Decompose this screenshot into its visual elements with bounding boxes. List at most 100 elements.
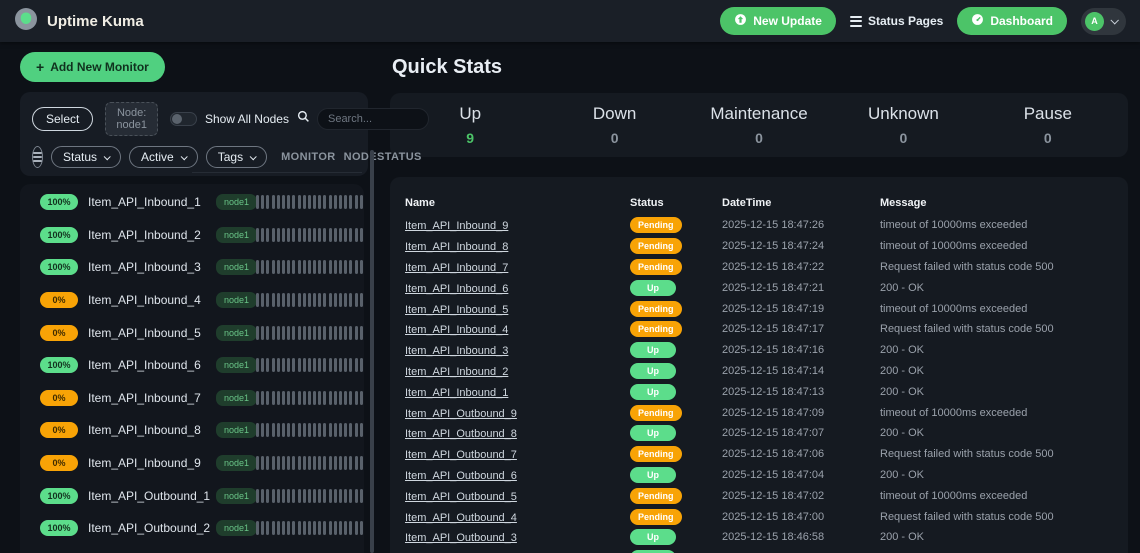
stat-item: Maintenance 0 — [687, 104, 831, 146]
select-button[interactable]: Select — [32, 107, 93, 131]
monitor-link[interactable]: Item_API_Inbound_8 — [405, 241, 508, 253]
heartbeat-bar — [282, 358, 285, 372]
add-monitor-button[interactable]: + Add New Monitor — [20, 52, 165, 82]
heartbeat-bars[interactable] — [256, 423, 364, 437]
user-menu[interactable]: A — [1081, 8, 1126, 35]
monitor-row[interactable]: 0% Item_API_Inbound_4 node1 — [20, 284, 364, 317]
monitor-row[interactable]: 100% Item_API_Inbound_1 node1 — [20, 186, 364, 219]
heartbeat-bar — [318, 423, 321, 437]
heartbeat-bar — [339, 358, 342, 372]
status-pages-button[interactable]: Status Pages — [850, 14, 943, 28]
heartbeat-bar — [329, 293, 332, 307]
stat-label: Pause — [976, 104, 1120, 124]
show-all-nodes-toggle[interactable] — [170, 112, 197, 126]
monitor-link[interactable]: Item_API_Inbound_5 — [405, 304, 508, 316]
chevron-down-icon — [250, 153, 257, 160]
tags-filter-label: Tags — [218, 150, 243, 164]
heartbeat-bars[interactable] — [256, 521, 364, 535]
heartbeat-bars[interactable] — [256, 293, 364, 307]
heartbeat-bar — [256, 391, 259, 405]
quick-stats-panel: Up 9 Down 0 Maintenance 0 Unknown 0 Paus… — [390, 93, 1128, 157]
app-title: Uptime Kuma — [47, 13, 144, 30]
heartbeat-bar — [303, 228, 306, 242]
monitor-link[interactable]: Item_API_Outbound_9 — [405, 408, 517, 420]
monitor-row[interactable]: 100% Item_API_Inbound_6 node1 — [20, 349, 364, 382]
filter-menu-button[interactable] — [32, 146, 43, 168]
node-tag: node1 — [216, 227, 257, 243]
heartbeat-bar — [355, 391, 358, 405]
monitor-row[interactable]: 100% Item_API_Outbound_1 node1 — [20, 479, 364, 512]
table-row: Item_API_Inbound_4 Pending 2025-12-15 18… — [405, 319, 1113, 340]
heartbeat-bar — [298, 489, 301, 503]
node-tag: node1 — [216, 194, 257, 210]
heartbeat-bar — [313, 423, 316, 437]
search-input[interactable] — [317, 108, 429, 130]
heartbeat-bars[interactable] — [256, 489, 364, 503]
monitor-row[interactable]: 100% Item_API_Inbound_2 node1 — [20, 219, 364, 252]
heartbeat-bars[interactable] — [256, 358, 364, 372]
monitor-name: Item_API_Outbound_2 — [88, 521, 210, 535]
monitor-link[interactable]: Item_API_Outbound_7 — [405, 449, 517, 461]
tab-nodestatus[interactable]: NODESTATUS — [344, 151, 422, 163]
heartbeat-bar — [261, 521, 264, 535]
table-row: Item_API_Inbound_3 Up 2025-12-15 18:47:1… — [405, 340, 1113, 361]
active-filter-dropdown[interactable]: Active — [129, 146, 198, 168]
heartbeat-bars[interactable] — [256, 195, 364, 209]
monitor-link[interactable]: Item_API_Outbound_8 — [405, 428, 517, 440]
heartbeat-bars[interactable] — [256, 326, 364, 340]
uptime-badge: 0% — [40, 390, 78, 406]
monitor-row[interactable]: 100% Item_API_Outbound_2 node1 — [20, 512, 364, 545]
tags-filter-dropdown[interactable]: Tags — [206, 146, 267, 168]
dashboard-button[interactable]: Dashboard — [957, 7, 1067, 35]
heartbeat-bar — [360, 195, 363, 209]
monitor-row[interactable]: 0% Item_API_Inbound_8 node1 — [20, 414, 364, 447]
heartbeat-bar — [329, 326, 332, 340]
status-badge: Up — [630, 425, 676, 441]
stat-item: Unknown 0 — [831, 104, 975, 146]
tab-monitor[interactable]: MONITOR — [281, 151, 336, 163]
heartbeat-bar — [349, 228, 352, 242]
monitor-row[interactable]: 100% Item_API_Outbound_3 node1 — [20, 545, 364, 553]
heartbeat-bar — [261, 326, 264, 340]
status-filter-dropdown[interactable]: Status — [51, 146, 121, 168]
heartbeat-bar — [349, 293, 352, 307]
heartbeat-bar — [256, 521, 259, 535]
heartbeat-bar — [266, 260, 269, 274]
heartbeat-bar — [334, 456, 337, 470]
monitor-link[interactable]: Item_API_Inbound_7 — [405, 262, 508, 274]
heartbeat-bars[interactable] — [256, 260, 364, 274]
heartbeat-bars[interactable] — [256, 391, 364, 405]
monitor-row[interactable]: 0% Item_API_Inbound_7 node1 — [20, 382, 364, 415]
monitor-link[interactable]: Item_API_Inbound_6 — [405, 283, 508, 295]
monitor-row[interactable]: 0% Item_API_Inbound_9 node1 — [20, 447, 364, 480]
heartbeat-bar — [256, 195, 259, 209]
monitor-link[interactable]: Item_API_Inbound_9 — [405, 220, 508, 232]
monitor-link[interactable]: Item_API_Outbound_3 — [405, 532, 517, 544]
monitor-link[interactable]: Item_API_Inbound_3 — [405, 345, 508, 357]
uptime-badge: 100% — [40, 488, 78, 504]
heartbeat-bar — [292, 423, 295, 437]
sidebar-scrollbar[interactable] — [370, 150, 374, 553]
table-row: Item_API_Outbound_9 Pending 2025-12-15 1… — [405, 402, 1113, 423]
brand[interactable]: Uptime Kuma — [14, 7, 144, 36]
monitor-row[interactable]: 100% Item_API_Inbound_3 node1 — [20, 251, 364, 284]
heartbeat-bar — [272, 489, 275, 503]
heartbeat-bar — [344, 489, 347, 503]
monitor-link[interactable]: Item_API_Inbound_1 — [405, 387, 508, 399]
monitor-row[interactable]: 0% Item_API_Inbound_5 node1 — [20, 316, 364, 349]
heartbeat-bars[interactable] — [256, 456, 364, 470]
monitor-link[interactable]: Item_API_Inbound_4 — [405, 324, 508, 336]
monitor-link[interactable]: Item_API_Outbound_5 — [405, 491, 517, 503]
message-cell: Request failed with status code 500 — [880, 323, 1113, 335]
new-update-button[interactable]: New Update — [720, 7, 836, 35]
monitor-filter-panel: Select Node: node1 Show All Nodes — [20, 92, 368, 176]
monitor-link[interactable]: Item_API_Outbound_6 — [405, 470, 517, 482]
heartbeat-bar — [360, 358, 363, 372]
monitor-link[interactable]: Item_API_Inbound_2 — [405, 366, 508, 378]
heartbeat-bars[interactable] — [256, 228, 364, 242]
heartbeat-bar — [261, 423, 264, 437]
heartbeat-bar — [287, 456, 290, 470]
monitor-link[interactable]: Item_API_Outbound_4 — [405, 512, 517, 524]
node-filter-button[interactable]: Node: node1 — [105, 102, 158, 136]
heartbeat-bar — [303, 195, 306, 209]
